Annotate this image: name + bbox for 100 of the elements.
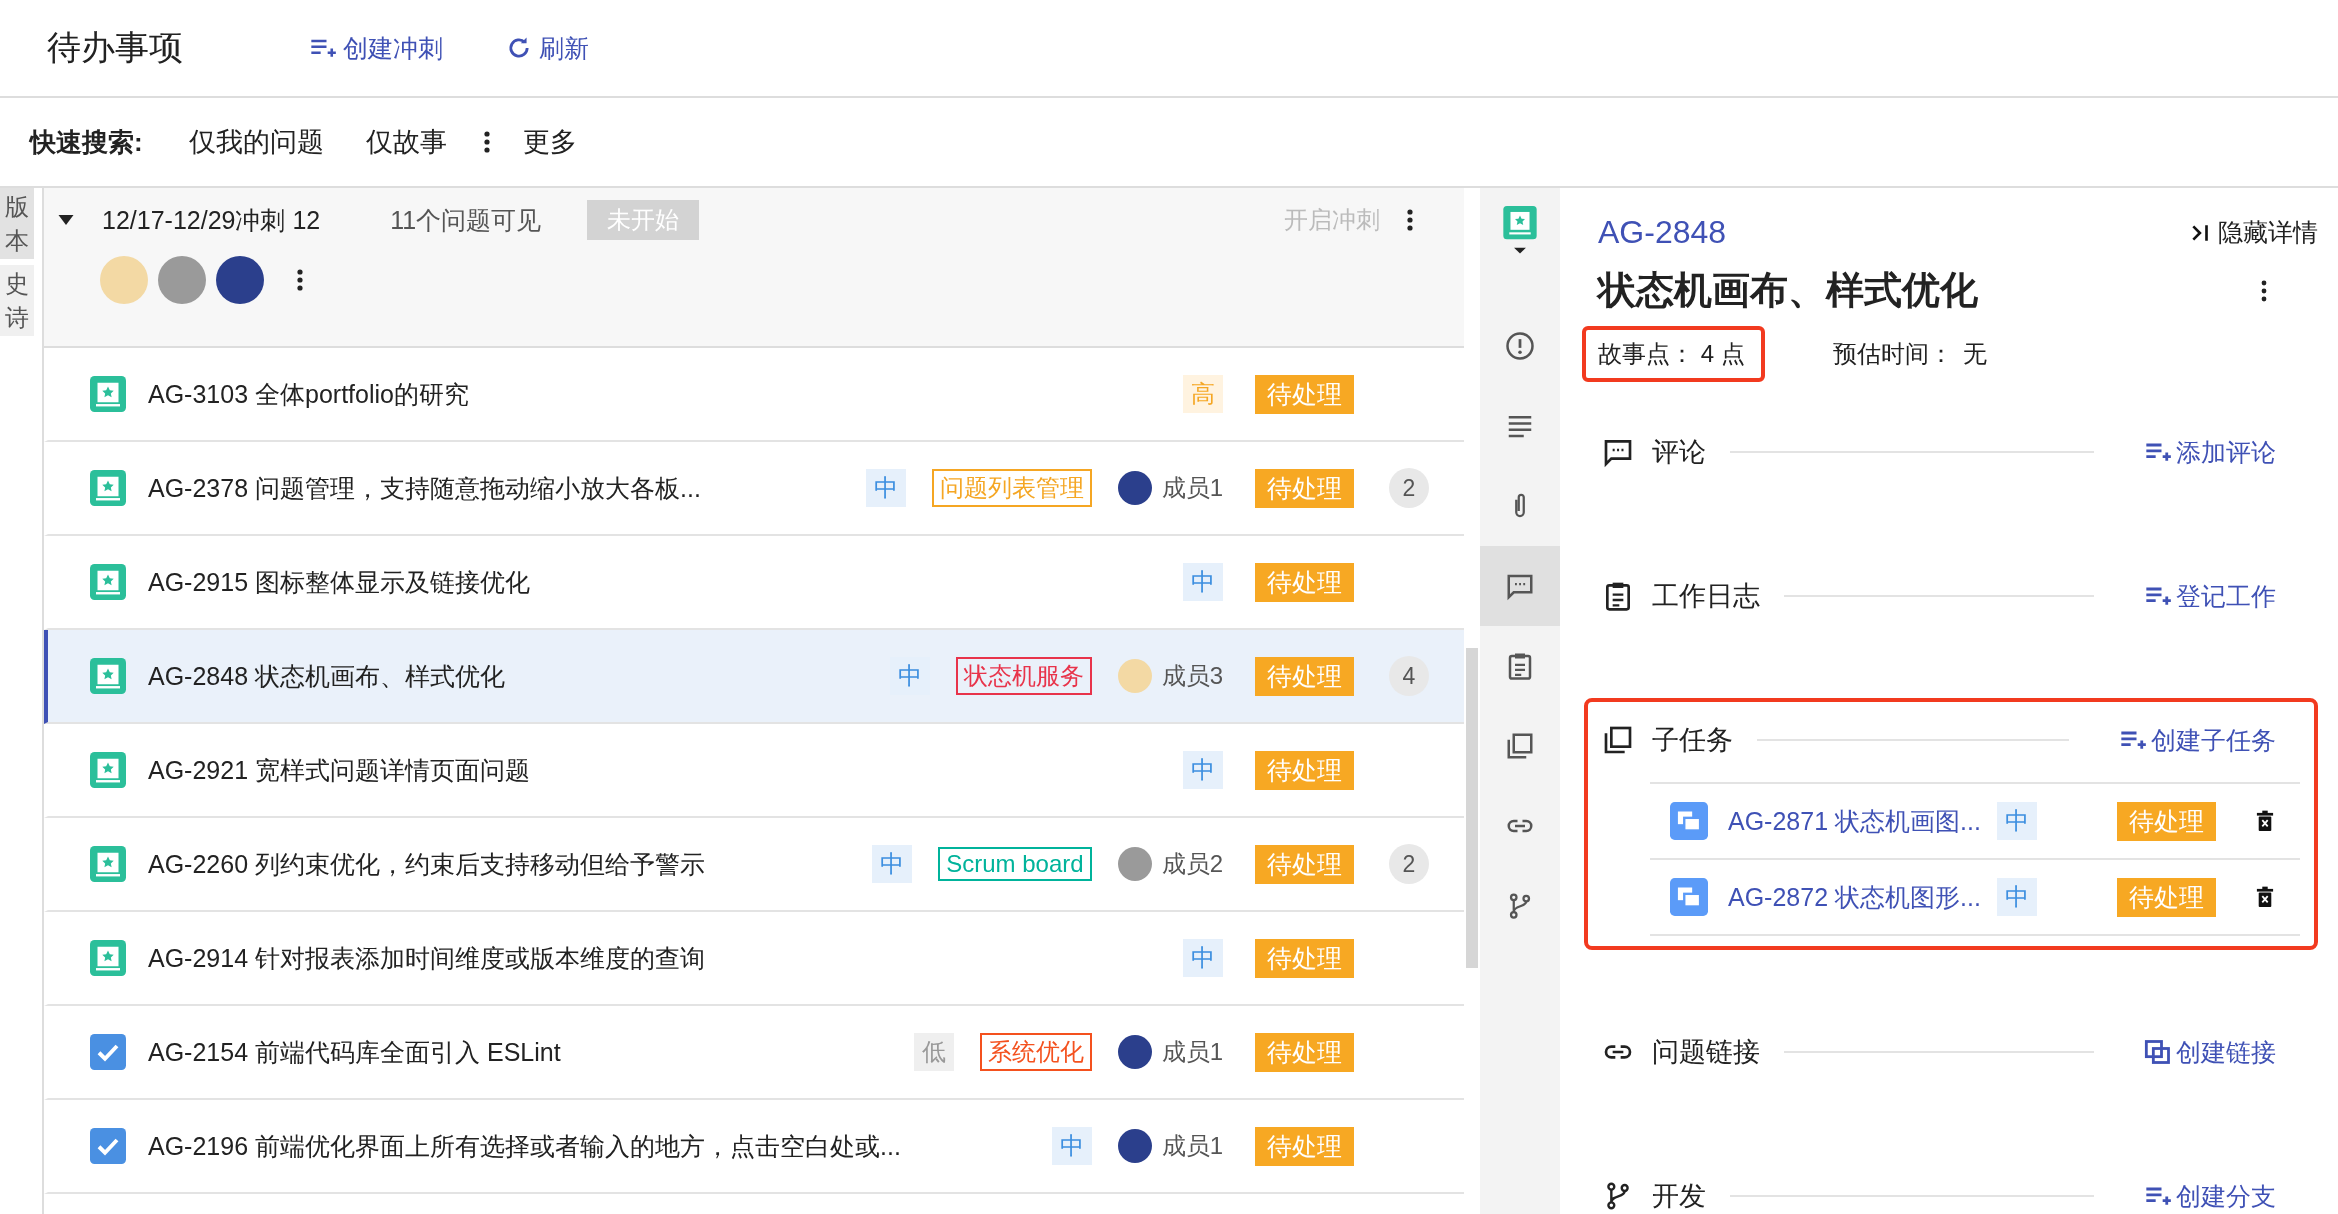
- section-title: 开发: [1652, 1180, 1706, 1213]
- assignee-name: 成员1: [1161, 1131, 1223, 1161]
- story-icon: [90, 940, 126, 976]
- header-action[interactable]: 创建冲刺: [303, 27, 449, 69]
- estimate-value: 无: [1962, 339, 1987, 369]
- status-tag: 待处理: [2117, 877, 2216, 917]
- assignee-name: 成员3: [1161, 661, 1223, 691]
- priority-tag: 中: [865, 469, 906, 507]
- story-icon: [90, 846, 126, 882]
- subtask-row[interactable]: AG-2872 状态机图形... 中 待处理: [1650, 860, 2300, 936]
- issue-row[interactable]: AG-2848 状态机画布、样式优化 中 状态机服务 成员3 待处理 4: [44, 630, 1464, 724]
- subtask-title: AG-2872 状态机图形...: [1728, 881, 1981, 913]
- section-title: 评论: [1652, 436, 1706, 469]
- story-icon: [90, 658, 126, 694]
- scrollbar[interactable]: [1466, 648, 1478, 968]
- estimate-label: 预估时间：: [1832, 339, 1953, 369]
- issue-summary: AG-2378 问题管理，支持随意拖动缩小放大各板...: [148, 472, 702, 504]
- section-title: 问题链接: [1652, 1036, 1760, 1069]
- section-title: 工作日志: [1652, 580, 1760, 613]
- subtask-title: AG-2871 状态机画图...: [1728, 805, 1981, 837]
- issue-summary: AG-2921 宽样式问题详情页面问题: [148, 754, 531, 786]
- story-point-badge: 2: [1389, 468, 1429, 508]
- section-title: 子任务: [1652, 724, 1733, 757]
- issue-key-link[interactable]: AG-2848: [1598, 214, 1727, 251]
- issue-summary: AG-2915 图标整体显示及链接优化: [148, 566, 531, 598]
- status-tag: 待处理: [1255, 844, 1354, 884]
- status-tag: 待处理: [2117, 801, 2216, 841]
- quick-filter[interactable]: 仅我的问题: [182, 120, 330, 164]
- more-button[interactable]: 更多: [516, 120, 583, 164]
- priority-tag: 中: [889, 657, 930, 695]
- section-action-link[interactable]: 创建分支: [2144, 1179, 2276, 1213]
- story-icon: [90, 470, 126, 506]
- issue-summary: AG-2196 前端优化界面上所有选择或者输入的地方，点击空白处或...: [148, 1130, 902, 1162]
- avatar[interactable]: [216, 256, 264, 304]
- status-tag: 待处理: [1255, 1032, 1354, 1072]
- story-point-badge: 4: [1389, 656, 1429, 696]
- status-tag: 待处理: [1255, 938, 1354, 978]
- issue-row[interactable]: AG-2154 前端代码库全面引入 ESLint 低 系统优化 成员1 待处理: [44, 1006, 1464, 1100]
- issue-row[interactable]: AG-2196 前端优化界面上所有选择或者输入的地方，点击空白处或... 中 成员1 待处理: [44, 1100, 1464, 1194]
- issue-row[interactable]: AG-2921 宽样式问题详情页面问题 中 待处理: [44, 724, 1464, 818]
- caret-icon[interactable]: [58, 215, 74, 225]
- issue-count: 11个问题可见: [390, 204, 542, 236]
- checkmark-icon: [90, 1128, 126, 1164]
- status-tag: 待处理: [1255, 656, 1354, 696]
- hide-details-button[interactable]: 隐藏详情: [2190, 216, 2318, 249]
- issue-summary: AG-3103 全体portfolio的研究: [148, 378, 470, 410]
- section-action-link[interactable]: 添加评论: [2144, 435, 2276, 469]
- story-icon: [90, 376, 126, 412]
- checkmark-icon: [90, 1034, 126, 1070]
- priority-tag: 中: [1996, 802, 2037, 840]
- issue-summary: AG-2914 针对报表添加时间维度或版本维度的查询: [148, 942, 706, 974]
- subtask-icon: [1670, 878, 1708, 916]
- story-icon: [90, 564, 126, 600]
- page-title: 待办事项: [47, 27, 183, 68]
- trash-icon[interactable]: [2256, 810, 2274, 832]
- priority-tag: 中: [1183, 563, 1223, 601]
- story-point-badge: 2: [1389, 844, 1429, 884]
- section-action-link[interactable]: 创建链接: [2144, 1035, 2276, 1069]
- status-tag: 待处理: [1255, 1126, 1354, 1166]
- subtask-icon: [1602, 724, 1634, 756]
- issue-summary: AG-2154 前端代码库全面引入 ESLint: [148, 1036, 562, 1068]
- status-tag: 待处理: [1255, 374, 1354, 414]
- priority-tag: 低: [913, 1033, 954, 1071]
- sprint-title: 12/17-12/29冲刺 12: [102, 204, 321, 236]
- issue-row[interactable]: AG-2914 针对报表添加时间维度或版本维度的查询 中 待处理: [44, 912, 1464, 1006]
- subtask-icon: [1505, 731, 1535, 761]
- priority-tag: 中: [1996, 878, 2037, 916]
- more-icon: [482, 129, 491, 155]
- assignee-name: 成员1: [1161, 1037, 1223, 1067]
- issue-summary: AG-2848 状态机画布、样式优化: [148, 660, 506, 692]
- side-tab[interactable]: 史诗: [0, 265, 34, 337]
- section-action-link[interactable]: 创建子任务: [2119, 723, 2276, 757]
- priority-tag: 中: [1183, 751, 1223, 789]
- priority-tag: 中: [1183, 939, 1223, 977]
- priority-tag: 高: [1183, 375, 1223, 413]
- priority-tag: 中: [1051, 1127, 1092, 1165]
- subtask-row[interactable]: AG-2871 状态机画图... 中 待处理: [1650, 784, 2300, 860]
- assignee-name: 成员1: [1161, 473, 1223, 503]
- epic-tag: 系统优化: [979, 1033, 1092, 1071]
- story-icon: [90, 752, 126, 788]
- more-icon[interactable]: [1406, 207, 1414, 233]
- trash-icon[interactable]: [2256, 886, 2274, 908]
- panel-tab[interactable]: [1480, 546, 1560, 626]
- section-action-link[interactable]: 登记工作: [2144, 579, 2276, 613]
- priority-tag: 中: [872, 845, 913, 883]
- issue-row[interactable]: AG-2260 列约束优化，约束后支持移动但给予警示 中 Scrum board 成员2 待处理 2: [44, 818, 1464, 912]
- header-action[interactable]: 刷新: [499, 27, 595, 69]
- exclamation-icon: [1505, 331, 1535, 361]
- quick-filter[interactable]: 仅故事: [359, 120, 453, 164]
- more-icon[interactable]: [296, 267, 304, 293]
- issue-row[interactable]: AG-3103 全体portfolio的研究 高 待处理: [44, 348, 1464, 442]
- side-tab[interactable]: 版本: [0, 188, 34, 260]
- issue-summary: AG-2260 列约束优化，约束后支持移动但给予警示: [148, 848, 706, 880]
- issue-row[interactable]: AG-2378 问题管理，支持随意拖动缩小放大各板... 中 问题列表管理 成员1 待处理 2: [44, 442, 1464, 536]
- assignee-name: 成员2: [1161, 849, 1223, 879]
- epic-tag: Scrum board: [938, 847, 1092, 881]
- issue-title: 状态机画布、样式优化: [1598, 268, 1978, 313]
- subtask-icon: [1670, 802, 1708, 840]
- copy-icon: [2144, 1038, 2172, 1066]
- epic-tag: 问题列表管理: [931, 469, 1092, 507]
